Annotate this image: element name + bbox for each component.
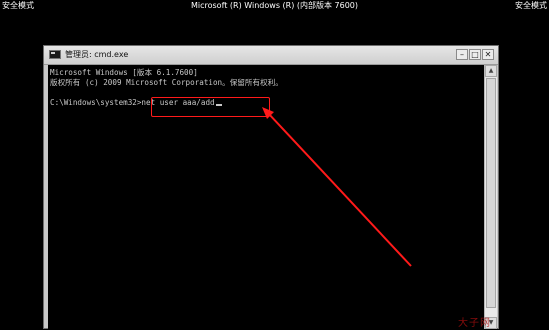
annotation-arrow-icon [262, 107, 412, 267]
site-watermark: 大子网 [458, 318, 491, 329]
